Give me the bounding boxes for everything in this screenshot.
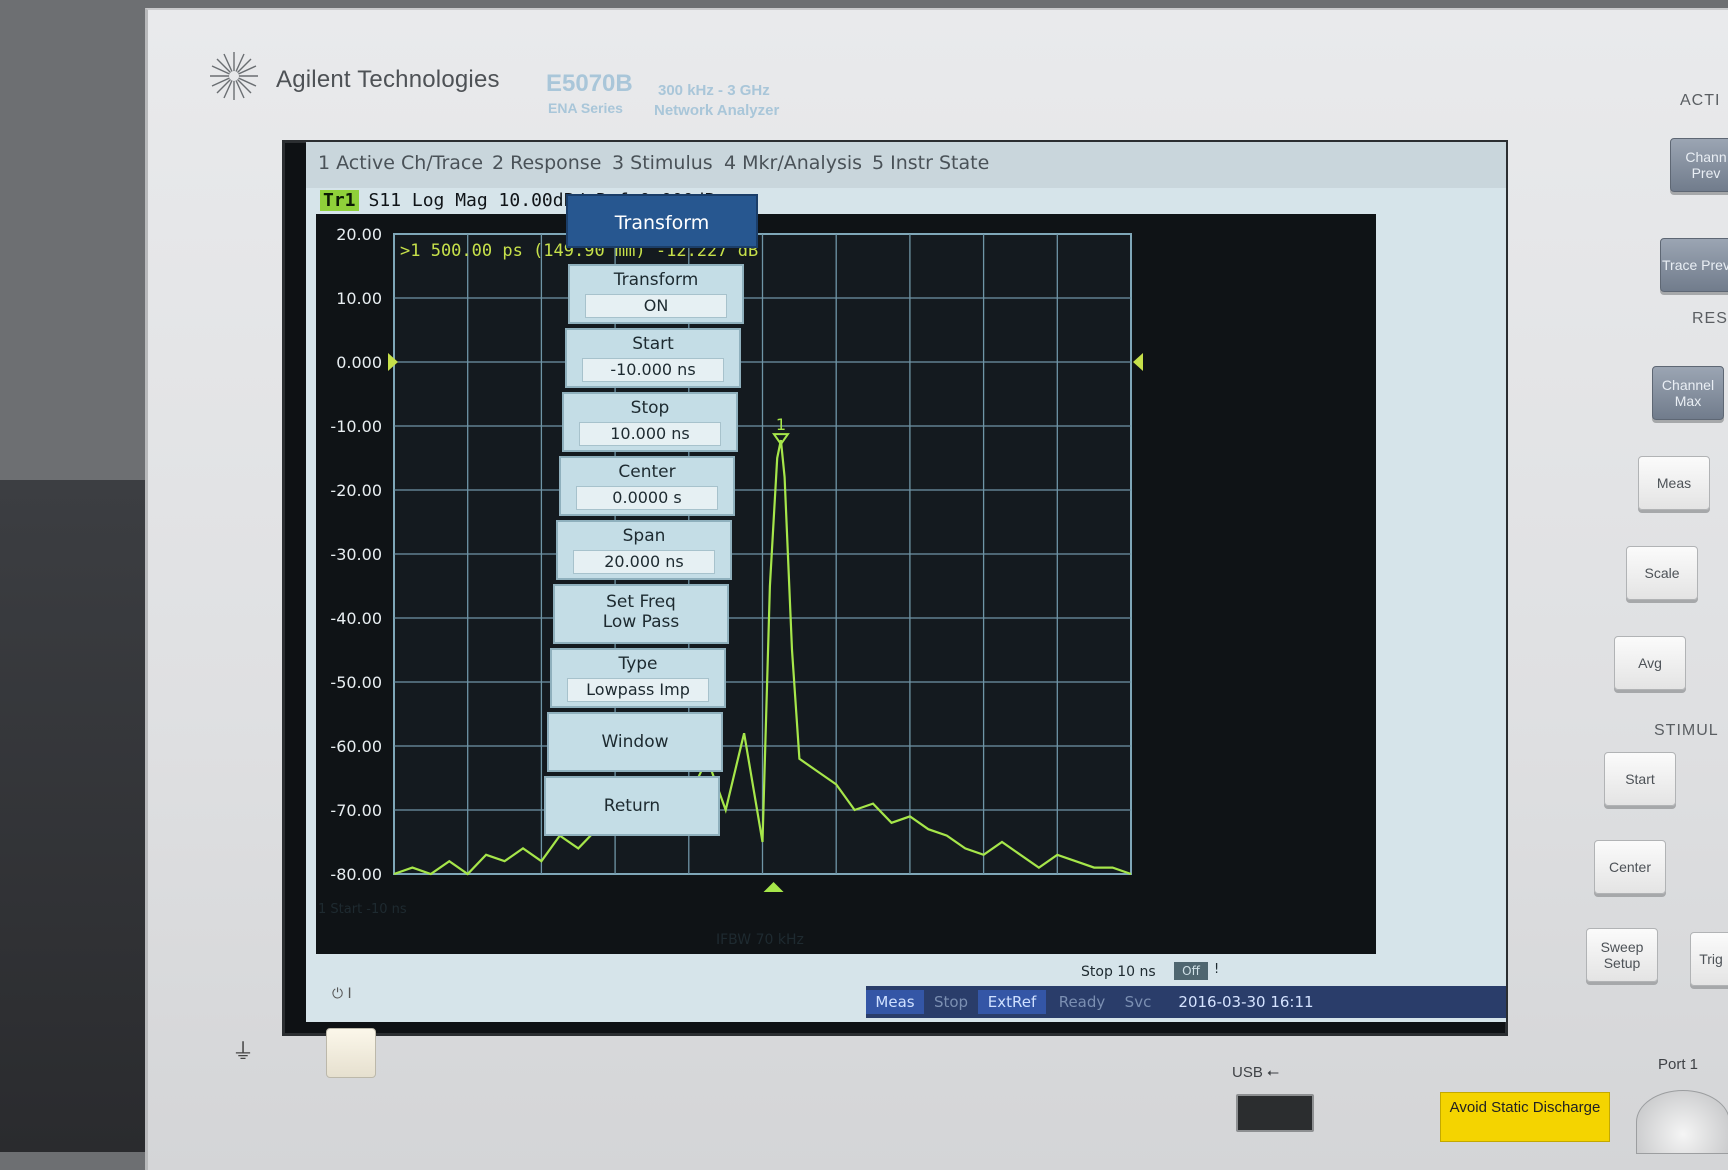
trace-prev-key[interactable]: Trace Prev xyxy=(1660,238,1728,292)
softkey-span[interactable]: Span 20.000 ns xyxy=(556,520,732,580)
y-tick-label: -30.00 xyxy=(330,545,382,564)
reference-marker-right xyxy=(1133,353,1143,371)
softkey-window[interactable]: Window xyxy=(547,712,723,772)
y-tick-label: -70.00 xyxy=(330,801,382,820)
softkey-label: Return xyxy=(603,796,661,816)
avg-key[interactable]: Avg xyxy=(1614,636,1686,690)
channel-max-key[interactable]: Channel Max xyxy=(1652,366,1724,420)
desk-surface xyxy=(0,480,150,1152)
off-badge: Off xyxy=(1174,962,1208,980)
menu-mkr-analysis[interactable]: 4 Mkr/Analysis xyxy=(724,152,862,174)
menu-bar: 1 Active Ch/Trace 2 Response 3 Stimulus … xyxy=(306,142,1506,188)
port1-label: Port 1 xyxy=(1658,1056,1699,1073)
softkey-label: Type xyxy=(618,654,658,674)
panel-label-stimulus: STIMUL xyxy=(1654,722,1719,739)
softkey-label: Transform xyxy=(613,270,699,290)
panel-label-active: ACTI xyxy=(1680,92,1721,109)
status-ready: Ready xyxy=(1058,993,1106,1011)
status-datetime: 2016-03-30 16:11 xyxy=(1178,993,1314,1011)
softkey-value: ON xyxy=(585,294,727,318)
ground-icon: ⏚ xyxy=(232,1040,255,1065)
y-tick-label: 10.00 xyxy=(336,289,382,308)
softkey-title: Transform xyxy=(566,194,758,248)
stop-readout: Stop 10 ns xyxy=(1081,964,1156,980)
model-series: ENA Series xyxy=(548,100,623,116)
y-tick-label: 20.00 xyxy=(336,225,382,244)
model-description: Network Analyzer xyxy=(654,102,780,119)
softkey-label: Center xyxy=(618,462,676,482)
usb-label-text: USB xyxy=(1232,1064,1263,1081)
status-extref: ExtRef xyxy=(978,990,1046,1014)
meas-key[interactable]: Meas xyxy=(1638,456,1710,510)
model-name: E5070B xyxy=(546,70,633,97)
center-key[interactable]: Center xyxy=(1594,840,1666,894)
y-tick-label: -10.00 xyxy=(330,417,382,436)
start-key[interactable]: Start xyxy=(1604,752,1676,806)
status-meas: Meas xyxy=(866,990,924,1014)
brand-name: Agilent Technologies xyxy=(276,66,500,93)
softkey-value: -10.000 ns xyxy=(582,358,724,382)
power-button[interactable] xyxy=(326,1028,376,1078)
usb-icon: ⭠ xyxy=(1267,1064,1280,1081)
status-bar: Meas Stop ExtRef Ready Svc 2016-03-30 16… xyxy=(866,986,1506,1018)
softkey-set-freq-low-pass[interactable]: Set Freq Low Pass xyxy=(553,584,729,644)
agilent-logo-icon xyxy=(210,52,258,100)
softkey-label: Span xyxy=(622,526,666,546)
status-stop: Stop xyxy=(933,993,969,1011)
menu-active-ch-trace[interactable]: 1 Active Ch/Trace xyxy=(318,152,483,174)
y-tick-label: -40.00 xyxy=(330,609,382,628)
y-tick-label: -60.00 xyxy=(330,737,382,756)
panel-label-response: RES xyxy=(1692,310,1728,327)
power-icon: ⏻ I xyxy=(332,986,352,1002)
scale-key[interactable]: Scale xyxy=(1626,546,1698,600)
menu-response[interactable]: 2 Response xyxy=(492,152,601,174)
model-range: 300 kHz - 3 GHz xyxy=(658,82,770,99)
y-tick-label: -50.00 xyxy=(330,673,382,692)
softkey-stop[interactable]: Stop 10.000 ns xyxy=(562,392,738,452)
stimulus-marker-icon xyxy=(763,882,784,892)
softkey-label: Window xyxy=(601,732,669,752)
softkey-return[interactable]: Return xyxy=(544,776,720,836)
y-tick-label: 0.000 xyxy=(336,353,382,372)
usb-label: USB ⭠ xyxy=(1232,1064,1279,1081)
softkey-label: Start xyxy=(632,334,674,354)
softkey-center[interactable]: Center 0.0000 s xyxy=(559,456,735,516)
trace-tag[interactable]: Tr1 xyxy=(320,190,359,211)
softkey-label: Set Freq Low Pass xyxy=(602,592,680,632)
menu-instr-state[interactable]: 5 Instr State xyxy=(872,152,989,174)
ifbw-readout: IFBW 70 kHz xyxy=(716,932,804,948)
chann-prev-key[interactable]: Chann Prev xyxy=(1670,138,1728,192)
softkey-value: 0.0000 s xyxy=(576,486,718,510)
status-svc: Svc xyxy=(1124,993,1152,1011)
softkey-label: Stop xyxy=(630,398,670,418)
softkey-value: 20.000 ns xyxy=(573,550,715,574)
softkey-panel xyxy=(1206,194,1506,994)
start-readout: 1 Start -10 ns xyxy=(318,902,407,917)
softkey-transform[interactable]: Transform ON xyxy=(568,264,744,324)
trig-key[interactable]: Trig xyxy=(1690,932,1728,986)
y-tick-label: -20.00 xyxy=(330,481,382,500)
softkey-value: 10.000 ns xyxy=(579,422,721,446)
marker-1-label: 1 xyxy=(776,415,786,434)
sweep-setup-key[interactable]: Sweep Setup xyxy=(1586,928,1658,982)
analyzer-display: 1 Active Ch/Trace 2 Response 3 Stimulus … xyxy=(306,142,1506,1022)
softkey-type[interactable]: Type Lowpass Imp xyxy=(550,648,726,708)
y-tick-label: -80.00 xyxy=(330,865,382,884)
softkey-value: Lowpass Imp xyxy=(567,678,709,702)
static-warning-label: Avoid Static Discharge xyxy=(1440,1092,1610,1142)
port1-connector[interactable] xyxy=(1636,1090,1728,1154)
usb-port[interactable] xyxy=(1236,1094,1314,1132)
softkey-start[interactable]: Start -10.000 ns xyxy=(565,328,741,388)
menu-stimulus[interactable]: 3 Stimulus xyxy=(612,152,713,174)
